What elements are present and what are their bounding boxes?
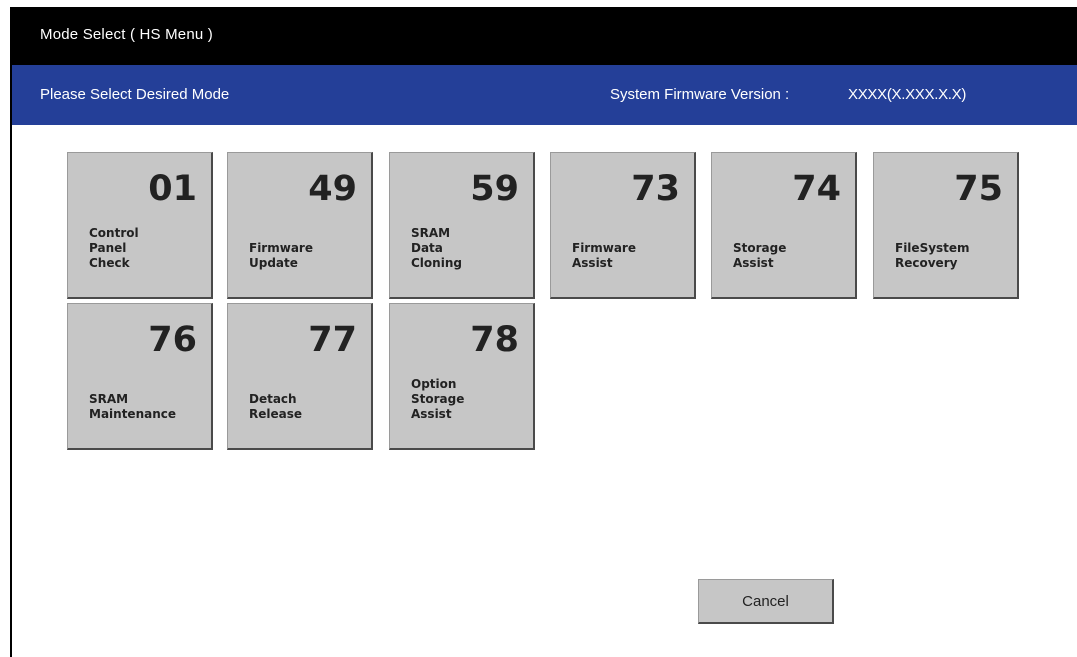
mode-78-button[interactable]: 78 Option Storage Assist	[389, 303, 535, 450]
info-bar: Please Select Desired Mode System Firmwa…	[12, 65, 1077, 125]
mode-number: 76	[148, 320, 197, 360]
mode-number: 59	[470, 169, 519, 209]
mode-number: 77	[308, 320, 357, 360]
mode-number: 74	[792, 169, 841, 209]
mode-74-button[interactable]: 74 Storage Assist	[711, 152, 857, 299]
mode-number: 49	[308, 169, 357, 209]
mode-49-button[interactable]: 49 Firmware Update	[227, 152, 373, 299]
mode-number: 78	[470, 320, 519, 360]
mode-76-button[interactable]: 76 SRAM Maintenance	[67, 303, 213, 450]
mode-number: 75	[954, 169, 1003, 209]
mode-number: 01	[148, 169, 197, 209]
mode-label: SRAM Data Cloning	[411, 226, 462, 270]
mode-label: SRAM Maintenance	[89, 392, 177, 421]
mode-77-button[interactable]: 77 Detach Release	[227, 303, 373, 450]
mode-73-button[interactable]: 73 Firmware Assist	[550, 152, 696, 299]
mode-label: Option Storage Assist	[411, 377, 465, 421]
mode-75-button[interactable]: 75 FileSystem Recovery	[873, 152, 1019, 299]
mode-number: 73	[631, 169, 680, 209]
firmware-version-label: System Firmware Version :	[610, 86, 790, 103]
select-mode-prompt: Please Select Desired Mode	[40, 86, 230, 103]
firmware-version-value: XXXX(X.XXX.X.X)	[848, 86, 967, 103]
mode-label: Firmware Update	[249, 241, 313, 270]
mode-label: FileSystem Recovery	[895, 241, 970, 270]
cancel-button[interactable]: Cancel	[698, 579, 834, 624]
hs-menu-window: Mode Select ( HS Menu ) Please Select De…	[10, 7, 1077, 657]
window-title: Mode Select ( HS Menu )	[40, 26, 213, 43]
mode-label: Control Panel Check	[89, 226, 139, 270]
mode-59-button[interactable]: 59 SRAM Data Cloning	[389, 152, 535, 299]
mode-01-button[interactable]: 01 Control Panel Check	[67, 152, 213, 299]
mode-label: Storage Assist	[733, 241, 787, 270]
mode-label: Detach Release	[249, 392, 303, 421]
mode-label: Firmware Assist	[572, 241, 636, 270]
title-bar: Mode Select ( HS Menu )	[12, 9, 1077, 65]
